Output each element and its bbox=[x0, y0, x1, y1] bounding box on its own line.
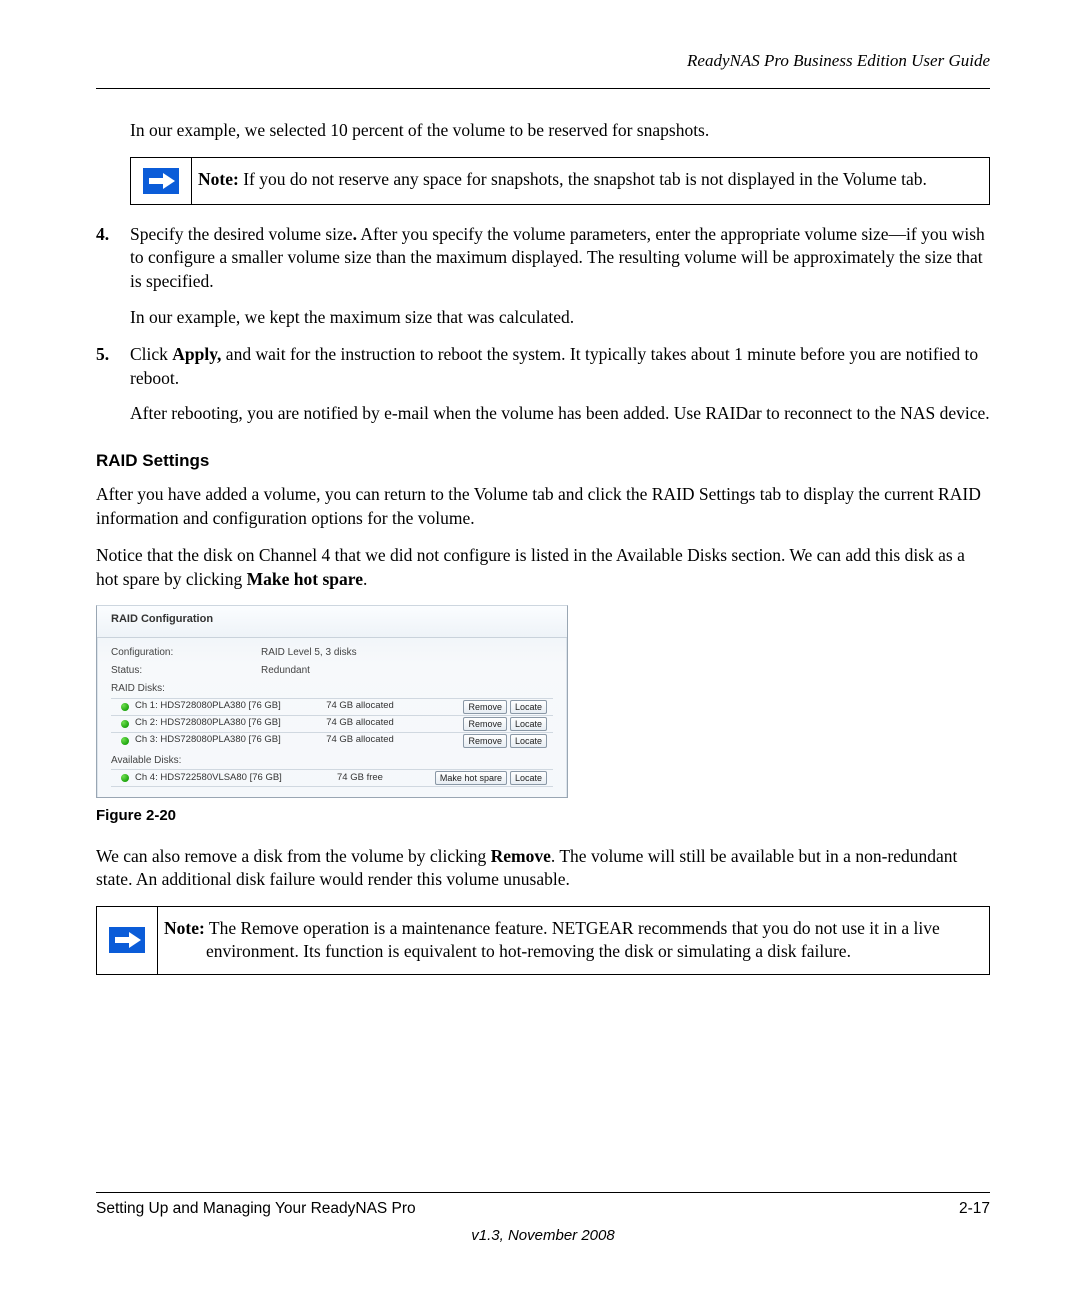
raid-panel-title: RAID Configuration bbox=[97, 606, 567, 638]
locate-button[interactable]: Locate bbox=[510, 771, 547, 785]
raid-config-panel: RAID Configuration Configuration: RAID L… bbox=[96, 605, 568, 798]
config-value: RAID Level 5, 3 disks bbox=[261, 646, 357, 660]
status-dot-icon bbox=[121, 774, 129, 782]
status-dot-icon bbox=[121, 720, 129, 728]
footer-rule bbox=[96, 1192, 990, 1193]
status-dot-icon bbox=[121, 703, 129, 711]
available-disks-label: Available Disks: bbox=[111, 754, 553, 768]
step-5: 5. Click Apply, and wait for the instruc… bbox=[96, 343, 990, 426]
note-1-text: Note: If you do not reserve any space fo… bbox=[240, 168, 981, 192]
config-label: Configuration: bbox=[111, 646, 261, 660]
note-2-text: Note: The Remove operation is a maintena… bbox=[206, 917, 981, 964]
status-value: Redundant bbox=[261, 664, 310, 678]
para-a: After you have added a volume, you can r… bbox=[96, 483, 990, 530]
note-arrow-icon bbox=[131, 158, 192, 204]
note-arrow-icon bbox=[97, 907, 158, 974]
remove-button[interactable]: Remove bbox=[463, 717, 507, 731]
locate-button[interactable]: Locate bbox=[510, 700, 547, 714]
intro-paragraph: In our example, we selected 10 percent o… bbox=[130, 119, 990, 143]
disk-row: Ch 2: HDS728080PLA380 [76 GB] 74 GB allo… bbox=[111, 715, 553, 732]
make-hot-spare-button[interactable]: Make hot spare bbox=[435, 771, 507, 785]
header-rule bbox=[96, 88, 990, 89]
step-4: 4. Specify the desired volume size. Afte… bbox=[96, 223, 990, 330]
note-box-1: Note: If you do not reserve any space fo… bbox=[130, 157, 990, 205]
footer-version: v1.3, November 2008 bbox=[96, 1226, 990, 1246]
para-c: We can also remove a disk from the volum… bbox=[96, 845, 990, 892]
status-dot-icon bbox=[121, 737, 129, 745]
disk-row: Ch 3: HDS728080PLA380 [76 GB] 74 GB allo… bbox=[111, 732, 553, 749]
disk-row: Ch 4: HDS722580VLSA80 [76 GB] 74 GB free… bbox=[111, 769, 553, 787]
locate-button[interactable]: Locate bbox=[510, 734, 547, 748]
raid-disks-label: RAID Disks: bbox=[111, 682, 553, 696]
footer-section-title: Setting Up and Managing Your ReadyNAS Pr… bbox=[96, 1199, 416, 1220]
remove-button[interactable]: Remove bbox=[463, 734, 507, 748]
status-label: Status: bbox=[111, 664, 261, 678]
note-box-2: Note: The Remove operation is a maintena… bbox=[96, 906, 990, 975]
doc-header-title: ReadyNAS Pro Business Edition User Guide bbox=[687, 50, 990, 73]
page-number: 2-17 bbox=[959, 1199, 990, 1220]
figure-caption: Figure 2-20 bbox=[96, 806, 990, 826]
figure-raid-config: RAID Configuration Configuration: RAID L… bbox=[96, 605, 990, 798]
remove-button[interactable]: Remove bbox=[463, 700, 507, 714]
locate-button[interactable]: Locate bbox=[510, 717, 547, 731]
disk-row: Ch 1: HDS728080PLA380 [76 GB] 74 GB allo… bbox=[111, 698, 553, 715]
para-b: Notice that the disk on Channel 4 that w… bbox=[96, 544, 990, 591]
section-heading-raid-settings: RAID Settings bbox=[96, 450, 990, 473]
